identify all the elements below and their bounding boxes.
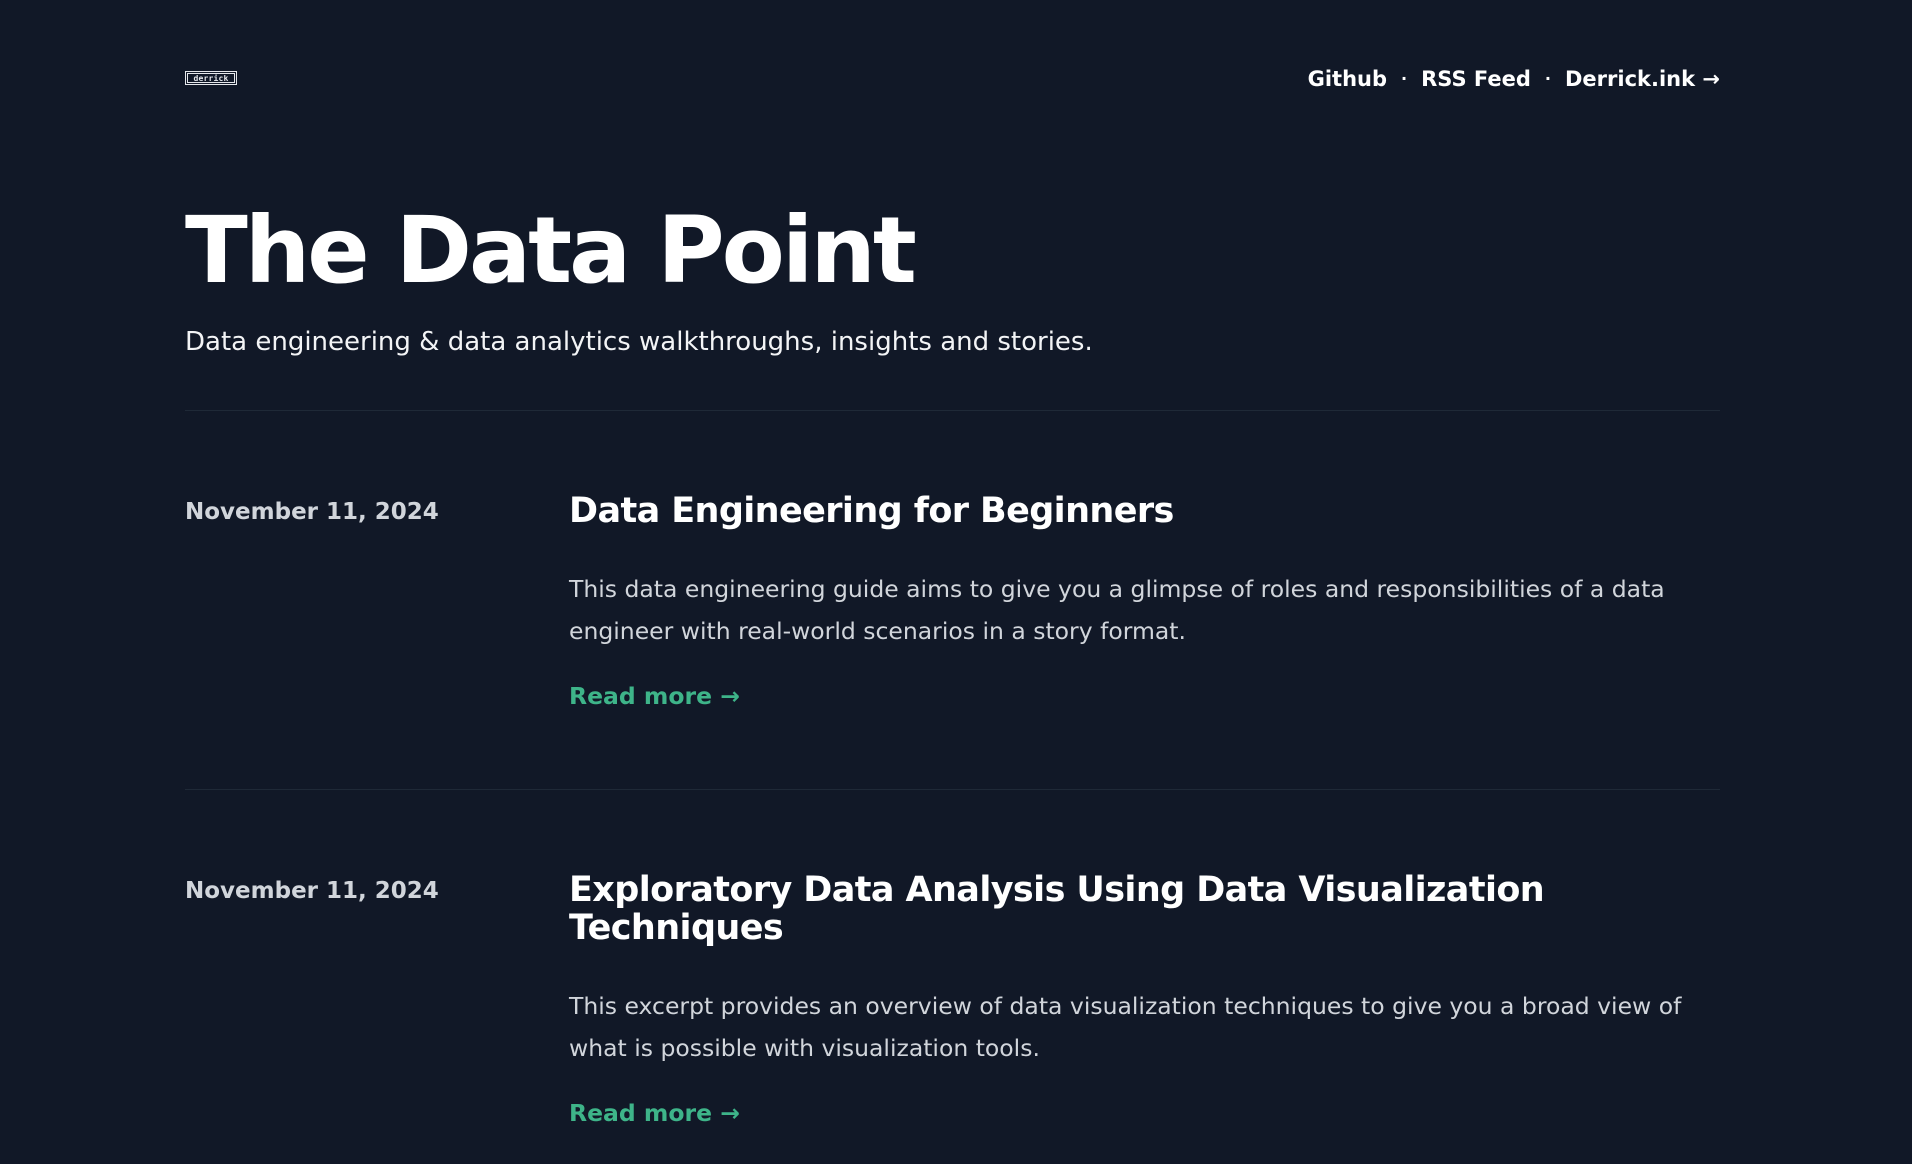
nav-link-github[interactable]: Github: [1308, 64, 1387, 94]
page: derrick Github · RSS Feed · Derrick.ink …: [0, 0, 1912, 1164]
post-excerpt: This excerpt provides an overview of dat…: [569, 992, 1682, 1062]
nav-link-derrick-ink[interactable]: Derrick.ink →: [1565, 64, 1720, 94]
nav-separator: ·: [1544, 69, 1551, 88]
logo-text: derrick: [187, 73, 235, 83]
page-title: The Data Point: [185, 197, 917, 304]
hero-divider: [185, 410, 1720, 411]
post-excerpt: This data engineering guide aims to give…: [569, 575, 1665, 645]
post-title[interactable]: Data Engineering for Beginners: [569, 492, 1720, 530]
post-date: November 11, 2024: [185, 499, 439, 525]
nav-separator: ·: [1401, 69, 1408, 88]
top-bar: derrick Github · RSS Feed · Derrick.ink …: [185, 64, 1720, 94]
post-date: November 11, 2024: [185, 878, 439, 904]
read-more-link[interactable]: Read more →: [569, 676, 740, 716]
post-divider: [185, 789, 1720, 790]
post-body: Data Engineering for Beginners This data…: [569, 492, 1720, 716]
nav-link-rss-feed[interactable]: RSS Feed: [1421, 64, 1531, 94]
read-more-link[interactable]: Read more →: [569, 1093, 740, 1133]
page-subtitle: Data engineering & data analytics walkth…: [185, 327, 1093, 357]
top-nav: Github · RSS Feed · Derrick.ink →: [1308, 64, 1720, 94]
post-title[interactable]: Exploratory Data Analysis Using Data Vis…: [569, 871, 1720, 947]
site-logo[interactable]: derrick: [185, 71, 237, 85]
post-body: Exploratory Data Analysis Using Data Vis…: [569, 871, 1720, 1133]
